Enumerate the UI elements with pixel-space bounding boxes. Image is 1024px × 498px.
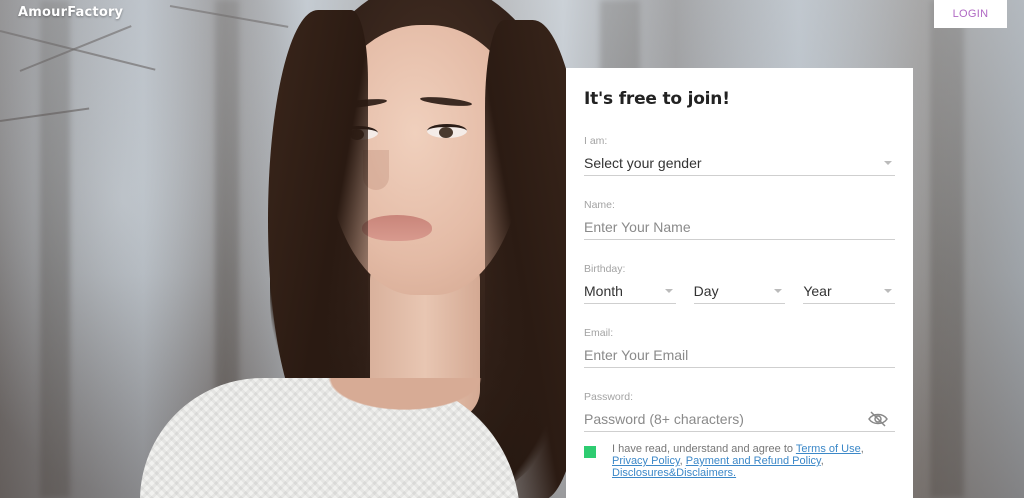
agreement-prefix: I have read, understand and agree to	[612, 443, 796, 455]
birth-year-value: Year	[803, 282, 832, 299]
name-input-placeholder: Enter Your Name	[584, 218, 691, 235]
lips	[362, 215, 432, 241]
birth-day-value: Day	[693, 282, 719, 299]
terms-checkbox[interactable]	[584, 446, 596, 458]
woman-portrait	[140, 0, 590, 498]
eye	[427, 124, 467, 138]
signup-form-card: It's free to join! I am: Select your gen…	[566, 68, 913, 498]
email-input-placeholder: Enter Your Email	[584, 346, 689, 363]
separator: ,	[860, 443, 864, 455]
gender-select[interactable]: Select your gender	[584, 150, 895, 176]
gender-field: I am: Select your gender	[584, 135, 895, 176]
login-button[interactable]: LOGIN	[934, 0, 1007, 28]
name-label: Name:	[584, 199, 615, 211]
birth-year-select[interactable]: Year	[803, 278, 896, 304]
collar	[310, 378, 500, 418]
chevron-down-icon	[664, 288, 673, 293]
chevron-down-icon	[884, 160, 892, 165]
email-label: Email:	[584, 327, 614, 339]
form-title: It's free to join!	[584, 89, 730, 109]
email-input[interactable]: Enter Your Email	[584, 342, 895, 368]
disclosures-link[interactable]: Disclosures&Disclaimers.	[612, 467, 736, 479]
chevron-down-icon	[884, 288, 893, 293]
birth-day-select[interactable]: Day	[693, 278, 786, 304]
agreement-text: I have read, understand and agree to Ter…	[612, 443, 895, 479]
eye-slash-icon[interactable]	[867, 410, 889, 427]
chevron-down-icon	[774, 288, 783, 293]
gender-select-value: Select your gender	[584, 154, 702, 171]
terms-agreement: I have read, understand and agree to Ter…	[584, 443, 895, 479]
name-input[interactable]: Enter Your Name	[584, 214, 895, 240]
password-field: Password: Password (8+ characters)	[584, 391, 895, 432]
password-input[interactable]: Password (8+ characters)	[584, 406, 895, 432]
refund-policy-link[interactable]: Payment and Refund Policy	[686, 455, 821, 467]
birth-month-value: Month	[584, 282, 623, 299]
gender-label: I am:	[584, 135, 608, 147]
hair-strand	[268, 10, 368, 430]
terms-of-use-link[interactable]: Terms of Use	[796, 443, 861, 455]
email-field: Email: Enter Your Email	[584, 327, 895, 368]
privacy-policy-link[interactable]: Privacy Policy	[612, 455, 680, 467]
birth-month-select[interactable]: Month	[584, 278, 676, 304]
site-logo[interactable]: AmourFactory	[18, 5, 123, 20]
password-label: Password:	[584, 391, 634, 403]
name-field: Name: Enter Your Name	[584, 199, 895, 240]
birthday-label: Birthday:	[584, 263, 626, 275]
birthday-field: Birthday: Month Day Year	[584, 263, 896, 304]
separator: ,	[820, 455, 824, 467]
password-input-placeholder: Password (8+ characters)	[584, 410, 744, 427]
